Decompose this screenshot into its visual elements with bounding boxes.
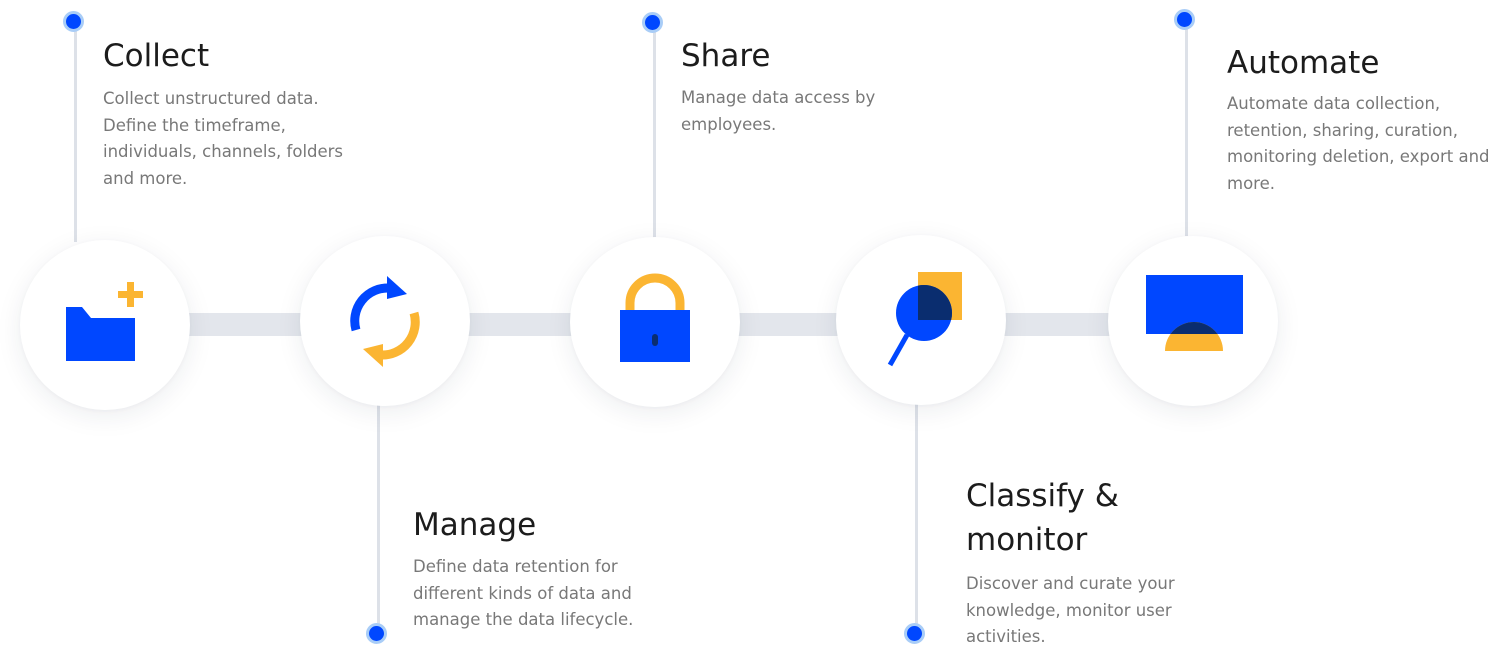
timeline-line-classify [915,402,918,632]
step-desc-share: Manage data access by employees. [681,88,876,134]
cycle-arrows-icon [350,276,420,367]
step-desc-manage: Define data retention for different kind… [413,557,634,629]
padlock-icon [620,273,690,362]
timeline-line-collect [74,30,77,242]
step-circle-classify [836,235,1006,405]
timeline-line-manage [377,402,380,630]
step-circle-manage [300,236,470,406]
timeline-dot-classify [904,623,925,644]
step-title-classify: Classify & monitor [966,478,1119,558]
timeline-dot-manage [366,623,387,644]
timeline-line-share [653,30,656,240]
timeline-dot-share [642,12,663,33]
connector-track-2 [460,313,580,336]
step-title-manage: Manage [413,507,537,543]
timeline-dot-automate [1174,9,1195,30]
connector-track-4 [1000,313,1120,336]
folder-plus-icon [66,282,143,361]
step-desc-automate: Automate data collection, retention, sha… [1227,94,1490,193]
step-circle-collect [20,240,190,410]
timeline-dot-collect [63,11,84,32]
step-title-automate: Automate [1227,45,1380,81]
step-title-share: Share [681,38,771,74]
timeline-line-automate [1185,28,1188,236]
magnifier-icon [887,272,962,367]
connector-track-3 [730,313,845,336]
step-desc-classify: Discover and curate your knowledge, moni… [966,574,1175,646]
connector-track-1 [185,313,310,336]
step-title-collect: Collect [103,38,210,74]
step-circle-share [570,237,740,407]
step-circle-automate [1108,236,1278,406]
step-desc-collect: Collect unstructured data. Define the ti… [103,89,344,188]
monitor-icon [1146,275,1243,351]
